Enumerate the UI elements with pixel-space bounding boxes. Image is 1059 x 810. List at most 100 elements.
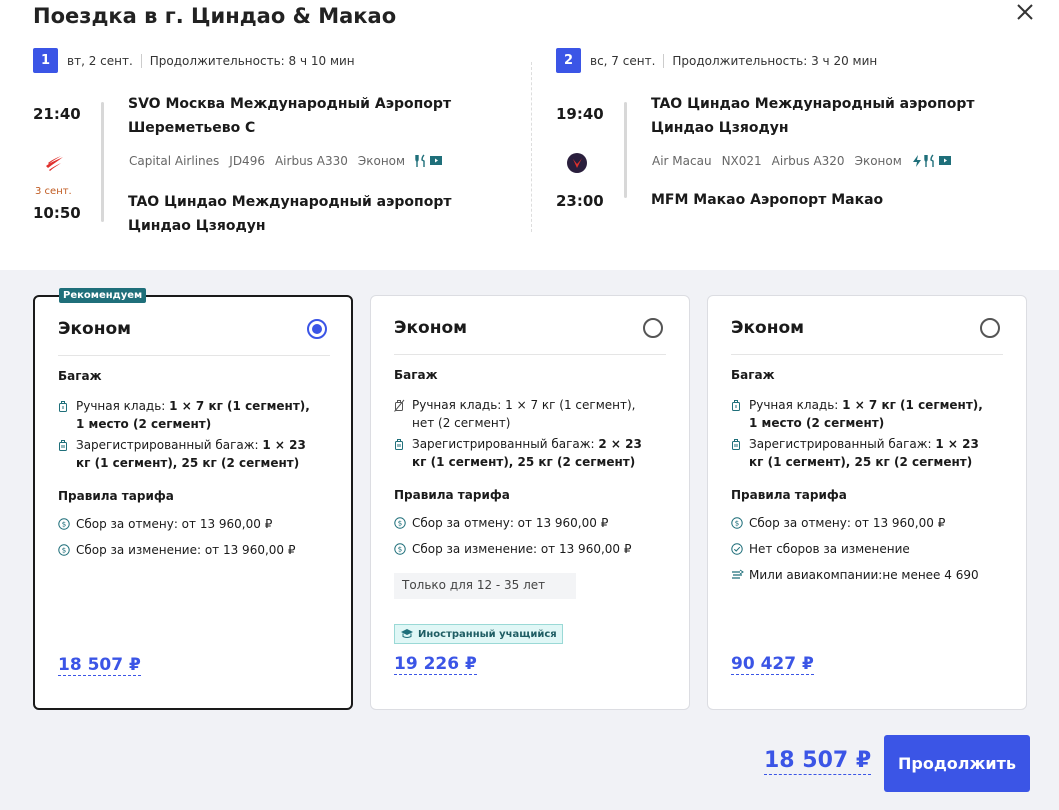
leg-date: вт, 2 сент. bbox=[67, 53, 133, 68]
leg-date: вс, 7 сент. bbox=[590, 53, 656, 68]
carry-on-row: Ручная кладь: 1 × 7 кг (1 сегмент), нет … bbox=[394, 396, 656, 432]
cancel-fee: Сбор за отмену: от 13 960,00 ₽ bbox=[76, 517, 273, 531]
fare-card-1[interactable]: Рекомендуем Эконом Багаж Ручная кладь: 1… bbox=[33, 288, 353, 710]
flight-info: Capital Airlines JD496 Airbus A330 Эконо… bbox=[129, 154, 443, 168]
cabin-class: Эконом bbox=[357, 154, 406, 168]
rules-title: Правила тарифа bbox=[58, 489, 174, 503]
svg-text:$: $ bbox=[62, 547, 66, 555]
fee-icon: $ bbox=[731, 517, 743, 529]
checked-baggage-row: Зарегистрированный багаж: 1 × 23 кг (1 с… bbox=[731, 435, 993, 471]
leg-number: 1 bbox=[33, 48, 58, 73]
checked-label: Зарегистрированный багаж: bbox=[749, 437, 936, 451]
leg-header: 2 вс, 7 сент. Продолжительность: 3 ч 20 … bbox=[556, 48, 1036, 73]
arrival-airport: TAO Циндао Международный аэропорт Циндао… bbox=[128, 194, 452, 234]
checked-baggage-icon bbox=[59, 440, 67, 451]
baggage-title: Багаж bbox=[58, 369, 102, 383]
fare-title: Эконом bbox=[731, 318, 805, 338]
check-circle-icon bbox=[731, 543, 743, 555]
power-icon bbox=[912, 155, 921, 167]
fare-title: Эконом bbox=[58, 319, 132, 339]
fee-icon: $ bbox=[58, 518, 70, 530]
close-icon[interactable] bbox=[1013, 0, 1037, 24]
cancel-fee-row: $ Сбор за отмену: от 13 960,00 ₽ bbox=[731, 514, 993, 532]
fare-card-3[interactable]: Эконом Багаж Ручная кладь: 1 × 7 кг (1 с… bbox=[707, 295, 1027, 710]
svg-text:$: $ bbox=[398, 520, 402, 528]
departure-time: 19:40 bbox=[556, 105, 604, 123]
fare-options: Рекомендуем Эконом Багаж Ручная кладь: 1… bbox=[0, 270, 1059, 810]
fee-icon: $ bbox=[394, 543, 406, 555]
entertainment-icon bbox=[430, 156, 443, 165]
age-restriction-note: Только для 12 - 35 лет bbox=[394, 573, 576, 599]
checked-baggage-icon bbox=[395, 439, 403, 450]
fare-card-2[interactable]: Эконом Багаж Ручная кладь: 1 × 7 кг (1 с… bbox=[370, 295, 690, 710]
leg-number: 2 bbox=[556, 48, 581, 73]
cancel-fee-row: $ Сбор за отмену: от 13 960,00 ₽ bbox=[394, 514, 656, 532]
departure-airport: SVO Москва Международный Аэропорт Шереме… bbox=[128, 96, 452, 136]
divider bbox=[140, 53, 142, 68]
leg-header: 1 вт, 2 сент. Продолжительность: 8 ч 10 … bbox=[33, 48, 513, 73]
arrival-airport: MFM Макао Аэропорт Макао bbox=[651, 192, 884, 208]
page-title: Поездка в г. Циндао & Макао bbox=[33, 4, 397, 28]
arrival-time: 10:50 bbox=[33, 204, 81, 222]
leg-2: 2 вс, 7 сент. Продолжительность: 3 ч 20 … bbox=[556, 48, 1036, 238]
fare-price[interactable]: 19 226 ₽ bbox=[394, 654, 477, 675]
leg-duration: Продолжительность: 3 ч 20 мин bbox=[672, 53, 878, 68]
legs-divider bbox=[531, 62, 532, 232]
arrival-next-day: 3 сент. bbox=[35, 186, 72, 197]
departure-time: 21:40 bbox=[33, 105, 81, 123]
total-price[interactable]: 18 507 ₽ bbox=[764, 748, 872, 775]
miles-icon bbox=[732, 569, 744, 579]
change-fee: Нет сборов за изменение bbox=[749, 542, 910, 556]
flight-number: JD496 bbox=[229, 154, 265, 168]
continue-button[interactable]: Продолжить bbox=[884, 735, 1030, 792]
route-line bbox=[624, 102, 627, 198]
flight-info: Air Macau NX021 Airbus A320 Эконом bbox=[652, 154, 952, 168]
leg-duration: Продолжительность: 8 ч 10 мин bbox=[149, 53, 355, 68]
graduation-cap-icon bbox=[401, 629, 413, 638]
no-carry-on-icon bbox=[394, 399, 405, 412]
rules-title: Правила тарифа bbox=[394, 488, 510, 502]
change-fee-row: $ Сбор за изменение: от 13 960,00 ₽ bbox=[58, 541, 320, 559]
fare-price[interactable]: 18 507 ₽ bbox=[58, 655, 141, 676]
cancel-fee-row: $ Сбор за отмену: от 13 960,00 ₽ bbox=[58, 515, 320, 533]
checked-baggage-icon bbox=[732, 439, 740, 450]
route-line bbox=[101, 102, 104, 222]
amenities bbox=[912, 154, 952, 168]
fee-icon: $ bbox=[58, 544, 70, 556]
divider bbox=[731, 354, 1003, 355]
divider bbox=[58, 355, 330, 356]
fare-radio[interactable] bbox=[307, 319, 327, 339]
departure-airport: TAO Циндао Международный аэропорт Циндао… bbox=[651, 96, 975, 136]
baggage-title: Багаж bbox=[731, 368, 775, 382]
change-fee-row: $ Сбор за изменение: от 13 960,00 ₽ bbox=[394, 540, 656, 558]
fare-price[interactable]: 90 427 ₽ bbox=[731, 654, 814, 675]
carry-on-text: Ручная кладь: 1 × 7 кг (1 сегмент), нет … bbox=[412, 398, 636, 430]
svg-text:$: $ bbox=[62, 521, 66, 529]
no-change-fee-row: Нет сборов за изменение bbox=[731, 540, 993, 558]
fare-title: Эконом bbox=[394, 318, 468, 338]
divider bbox=[394, 354, 666, 355]
leg-1: 1 вт, 2 сент. Продолжительность: 8 ч 10 … bbox=[33, 48, 513, 238]
aircraft: Airbus A330 bbox=[274, 154, 348, 168]
airline-name: Air Macau bbox=[652, 154, 712, 168]
airline-name: Capital Airlines bbox=[129, 154, 220, 168]
cabin-class: Эконом bbox=[854, 154, 902, 168]
carry-on-label: Ручная кладь: bbox=[749, 398, 843, 412]
trip-summary: Поездка в г. Циндао & Макао 1 вт, 2 сент… bbox=[0, 0, 1059, 270]
carry-on-icon bbox=[732, 400, 740, 411]
fare-radio[interactable] bbox=[980, 318, 1000, 338]
arrival-time: 23:00 bbox=[556, 192, 604, 210]
rules-title: Правила тарифа bbox=[731, 488, 847, 502]
fee-icon: $ bbox=[394, 517, 406, 529]
meal-icon bbox=[415, 154, 425, 167]
fare-radio[interactable] bbox=[643, 318, 663, 338]
aircraft: Airbus A320 bbox=[771, 154, 845, 168]
checked-baggage-row: Зарегистрированный багаж: 1 × 23 кг (1 с… bbox=[58, 436, 320, 472]
miles: Мили авиакомпании:не менее 4 690 bbox=[749, 568, 979, 582]
student-tag-label: Иностранный учащийся bbox=[418, 628, 557, 640]
change-fee: Сбор за изменение: от 13 960,00 ₽ bbox=[76, 543, 296, 557]
carry-on-label: Ручная кладь: bbox=[76, 399, 170, 413]
cancel-fee: Сбор за отмену: от 13 960,00 ₽ bbox=[749, 516, 946, 530]
svg-text:$: $ bbox=[398, 546, 402, 554]
change-fee: Сбор за изменение: от 13 960,00 ₽ bbox=[412, 542, 632, 556]
